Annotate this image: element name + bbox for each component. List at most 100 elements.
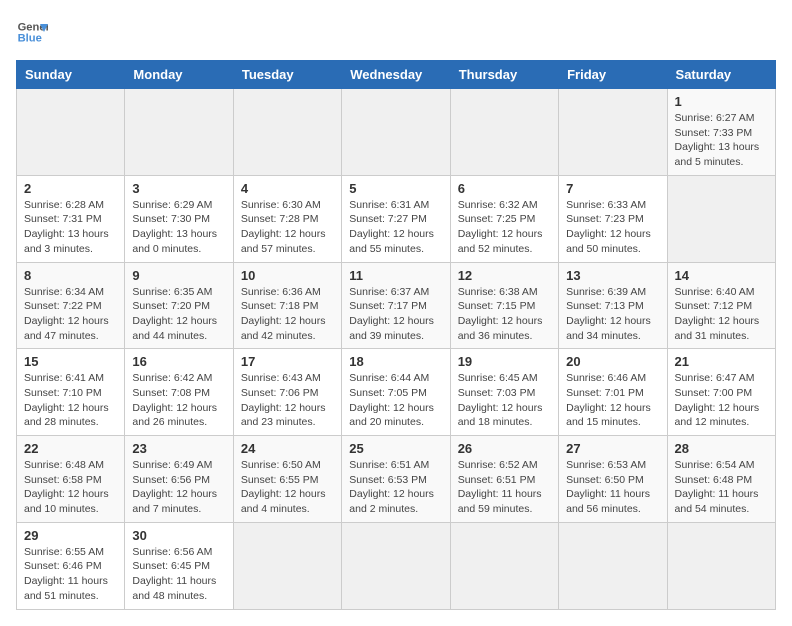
day-number: 5 xyxy=(349,181,442,196)
empty-cell-5-2 xyxy=(233,522,341,609)
day-number: 21 xyxy=(675,354,768,369)
day-info: Sunrise: 6:36 AM Sunset: 7:18 PM Dayligh… xyxy=(241,285,334,344)
week-row-2: 8 Sunrise: 6:34 AM Sunset: 7:22 PM Daylig… xyxy=(17,262,776,349)
day-number: 24 xyxy=(241,441,334,456)
day-number: 6 xyxy=(458,181,551,196)
day-info: Sunrise: 6:31 AM Sunset: 7:27 PM Dayligh… xyxy=(349,198,442,257)
day-cell-17: 17Sunrise: 6:43 AM Sunset: 7:06 PM Dayli… xyxy=(233,349,341,436)
week-row-1: 2 Sunrise: 6:28 AM Sunset: 7:31 PM Daylig… xyxy=(17,175,776,262)
empty-cell-0-0 xyxy=(17,89,125,176)
empty-cell-5-5 xyxy=(559,522,667,609)
day-number: 9 xyxy=(132,268,225,283)
day-info: Sunrise: 6:43 AM Sunset: 7:06 PM Dayligh… xyxy=(241,371,334,430)
day-cell-24: 24 Sunrise: 6:50 AM Sunset: 6:55 PM Dayli… xyxy=(233,436,341,523)
logo-icon: General Blue xyxy=(16,16,48,48)
week-row-0: 1 Sunrise: 6:27 AM Sunset: 7:33 PM Daylig… xyxy=(17,89,776,176)
day-info: Sunrise: 6:47 AM Sunset: 7:00 PM Dayligh… xyxy=(675,371,768,430)
day-cell-20: 20 Sunrise: 6:46 AM Sunset: 7:01 PM Dayli… xyxy=(559,349,667,436)
day-number: 8 xyxy=(24,268,117,283)
week-row-5: 29Sunrise: 6:55 AM Sunset: 6:46 PM Dayli… xyxy=(17,522,776,609)
day-number: 3 xyxy=(132,181,225,196)
day-number: 20 xyxy=(566,354,659,369)
col-header-tuesday: Tuesday xyxy=(233,61,341,89)
day-number: 19 xyxy=(458,354,551,369)
day-cell-27: 27Sunrise: 6:53 AM Sunset: 6:50 PM Dayli… xyxy=(559,436,667,523)
day-cell-19: 19 Sunrise: 6:45 AM Sunset: 7:03 PM Dayli… xyxy=(450,349,558,436)
col-header-sunday: Sunday xyxy=(17,61,125,89)
day-cell-4: 4Sunrise: 6:30 AM Sunset: 7:28 PM Daylig… xyxy=(233,175,341,262)
day-info: Sunrise: 6:42 AM Sunset: 7:08 PM Dayligh… xyxy=(132,371,225,430)
day-cell-9: 9 Sunrise: 6:35 AM Sunset: 7:20 PM Daylig… xyxy=(125,262,233,349)
day-number: 12 xyxy=(458,268,551,283)
logo: General Blue xyxy=(16,16,48,48)
day-info: Sunrise: 6:50 AM Sunset: 6:55 PM Dayligh… xyxy=(241,458,334,517)
day-number: 11 xyxy=(349,268,442,283)
empty-cell-0-4 xyxy=(450,89,558,176)
day-number: 22 xyxy=(24,441,117,456)
empty-cell-0-3 xyxy=(342,89,450,176)
day-number: 13 xyxy=(566,268,659,283)
day-number: 25 xyxy=(349,441,442,456)
empty-cell-5-4 xyxy=(450,522,558,609)
day-info: Sunrise: 6:45 AM Sunset: 7:03 PM Dayligh… xyxy=(458,371,551,430)
day-cell-1: 1 Sunrise: 6:27 AM Sunset: 7:33 PM Daylig… xyxy=(667,89,775,176)
day-info: Sunrise: 6:34 AM Sunset: 7:22 PM Dayligh… xyxy=(24,285,117,344)
empty-cell-0-1 xyxy=(125,89,233,176)
day-info: Sunrise: 6:46 AM Sunset: 7:01 PM Dayligh… xyxy=(566,371,659,430)
day-info: Sunrise: 6:33 AM Sunset: 7:23 PM Dayligh… xyxy=(566,198,659,257)
day-cell-28: 28Sunrise: 6:54 AM Sunset: 6:48 PM Dayli… xyxy=(667,436,775,523)
col-header-thursday: Thursday xyxy=(450,61,558,89)
day-cell-30: 30Sunrise: 6:56 AM Sunset: 6:45 PM Dayli… xyxy=(125,522,233,609)
day-info: Sunrise: 6:38 AM Sunset: 7:15 PM Dayligh… xyxy=(458,285,551,344)
day-number: 14 xyxy=(675,268,768,283)
week-row-3: 15Sunrise: 6:41 AM Sunset: 7:10 PM Dayli… xyxy=(17,349,776,436)
day-cell-26: 26 Sunrise: 6:52 AM Sunset: 6:51 PM Dayli… xyxy=(450,436,558,523)
day-cell-6: 6Sunrise: 6:32 AM Sunset: 7:25 PM Daylig… xyxy=(450,175,558,262)
day-info: Sunrise: 6:49 AM Sunset: 6:56 PM Dayligh… xyxy=(132,458,225,517)
day-cell-29: 29Sunrise: 6:55 AM Sunset: 6:46 PM Dayli… xyxy=(17,522,125,609)
col-header-monday: Monday xyxy=(125,61,233,89)
day-info: Sunrise: 6:48 AM Sunset: 6:58 PM Dayligh… xyxy=(24,458,117,517)
day-info: Sunrise: 6:41 AM Sunset: 7:10 PM Dayligh… xyxy=(24,371,117,430)
day-cell-11: 11Sunrise: 6:37 AM Sunset: 7:17 PM Dayli… xyxy=(342,262,450,349)
svg-text:Blue: Blue xyxy=(18,33,42,45)
day-cell-3: 3 Sunrise: 6:29 AM Sunset: 7:30 PM Daylig… xyxy=(125,175,233,262)
empty-cell-1-6 xyxy=(667,175,775,262)
empty-cell-0-2 xyxy=(233,89,341,176)
day-number: 28 xyxy=(675,441,768,456)
day-number: 16 xyxy=(132,354,225,369)
day-cell-8: 8 Sunrise: 6:34 AM Sunset: 7:22 PM Daylig… xyxy=(17,262,125,349)
page-header: General Blue xyxy=(16,16,776,48)
empty-cell-0-5 xyxy=(559,89,667,176)
day-cell-2: 2 Sunrise: 6:28 AM Sunset: 7:31 PM Daylig… xyxy=(17,175,125,262)
day-cell-10: 10Sunrise: 6:36 AM Sunset: 7:18 PM Dayli… xyxy=(233,262,341,349)
day-number: 7 xyxy=(566,181,659,196)
day-info: Sunrise: 6:56 AM Sunset: 6:45 PM Dayligh… xyxy=(132,545,225,604)
day-info: Sunrise: 6:29 AM Sunset: 7:30 PM Dayligh… xyxy=(132,198,225,257)
day-info: Sunrise: 6:52 AM Sunset: 6:51 PM Dayligh… xyxy=(458,458,551,517)
day-number: 27 xyxy=(566,441,659,456)
day-info: Sunrise: 6:27 AM Sunset: 7:33 PM Dayligh… xyxy=(675,111,768,170)
day-number: 26 xyxy=(458,441,551,456)
day-cell-14: 14Sunrise: 6:40 AM Sunset: 7:12 PM Dayli… xyxy=(667,262,775,349)
col-header-saturday: Saturday xyxy=(667,61,775,89)
calendar-table: SundayMondayTuesdayWednesdayThursdayFrid… xyxy=(16,60,776,610)
day-info: Sunrise: 6:55 AM Sunset: 6:46 PM Dayligh… xyxy=(24,545,117,604)
empty-cell-5-3 xyxy=(342,522,450,609)
day-cell-13: 13 Sunrise: 6:39 AM Sunset: 7:13 PM Dayli… xyxy=(559,262,667,349)
day-number: 1 xyxy=(675,94,768,109)
day-cell-25: 25Sunrise: 6:51 AM Sunset: 6:53 PM Dayli… xyxy=(342,436,450,523)
day-info: Sunrise: 6:35 AM Sunset: 7:20 PM Dayligh… xyxy=(132,285,225,344)
day-info: Sunrise: 6:30 AM Sunset: 7:28 PM Dayligh… xyxy=(241,198,334,257)
day-number: 23 xyxy=(132,441,225,456)
day-number: 2 xyxy=(24,181,117,196)
day-info: Sunrise: 6:44 AM Sunset: 7:05 PM Dayligh… xyxy=(349,371,442,430)
day-cell-18: 18 Sunrise: 6:44 AM Sunset: 7:05 PM Dayli… xyxy=(342,349,450,436)
day-cell-23: 23 Sunrise: 6:49 AM Sunset: 6:56 PM Dayli… xyxy=(125,436,233,523)
day-cell-22: 22 Sunrise: 6:48 AM Sunset: 6:58 PM Dayli… xyxy=(17,436,125,523)
day-info: Sunrise: 6:39 AM Sunset: 7:13 PM Dayligh… xyxy=(566,285,659,344)
day-cell-15: 15Sunrise: 6:41 AM Sunset: 7:10 PM Dayli… xyxy=(17,349,125,436)
day-info: Sunrise: 6:28 AM Sunset: 7:31 PM Dayligh… xyxy=(24,198,117,257)
day-number: 18 xyxy=(349,354,442,369)
empty-cell-5-6 xyxy=(667,522,775,609)
